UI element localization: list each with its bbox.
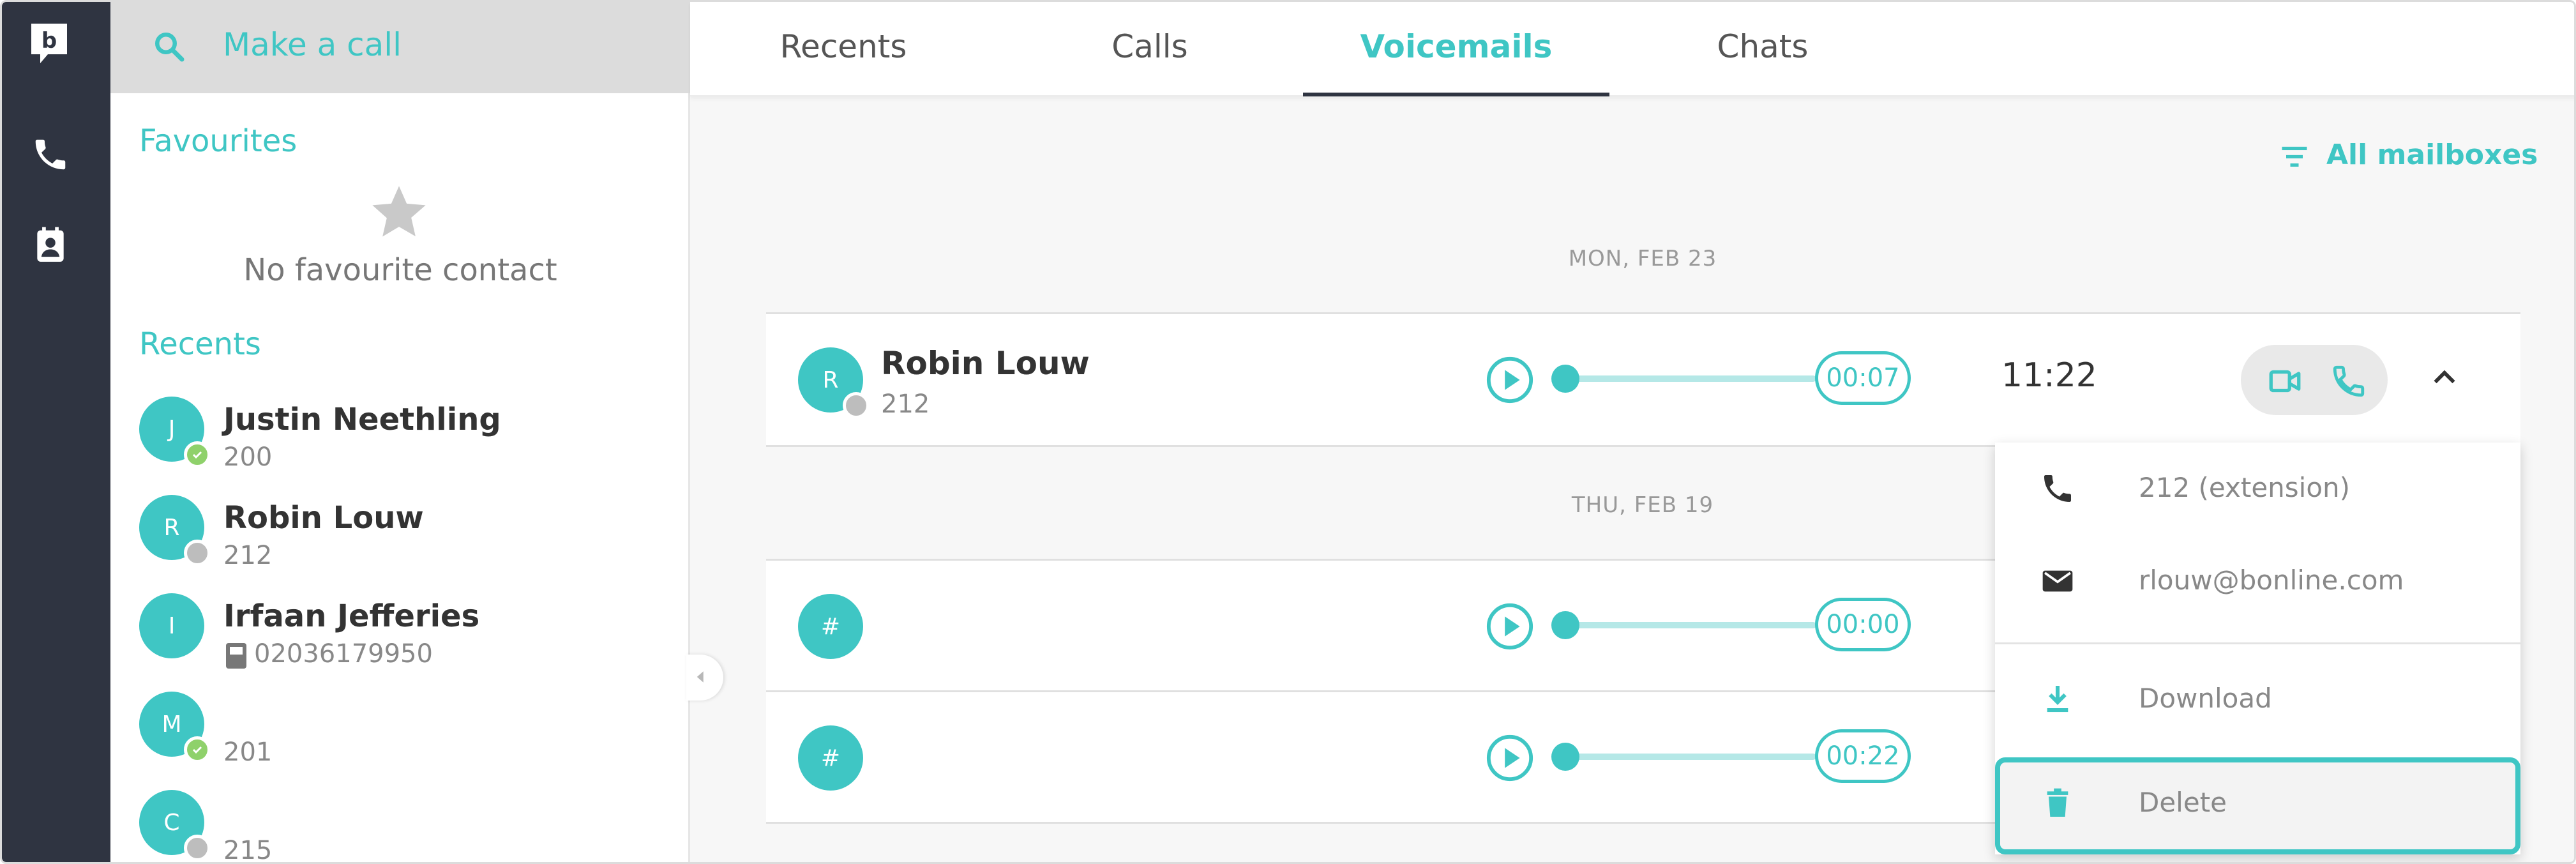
contact-number: 200 xyxy=(223,443,273,472)
contact-number: 212 xyxy=(223,541,273,570)
contact-name: Irfaan Jefferies xyxy=(223,598,480,634)
playback-track[interactable] xyxy=(1570,754,1816,760)
duration-badge: 00:22 xyxy=(1815,729,1911,783)
playback-track[interactable] xyxy=(1570,622,1816,628)
playback-handle[interactable] xyxy=(1551,365,1579,393)
star-icon xyxy=(372,186,426,237)
recents-title: Recents xyxy=(139,326,261,362)
voicemail-row[interactable]: R Robin Louw 212 00:07 11:22 xyxy=(766,314,2520,445)
status-offline-icon xyxy=(843,392,870,419)
trash-icon xyxy=(2047,788,2068,817)
menu-item-label: rlouw@bonline.com xyxy=(2139,565,2404,596)
app-window: b Make a call Favourites No favourite co… xyxy=(0,0,2576,864)
recent-contact[interactable]: I Irfaan Jefferies 02036179950 xyxy=(139,593,663,683)
playback-track[interactable] xyxy=(1570,375,1816,382)
filter-icon xyxy=(2282,146,2307,167)
tab-voicemails[interactable]: Voicemails xyxy=(1303,2,1609,96)
date-header: MON, FEB 23 xyxy=(1568,246,1717,271)
download-icon xyxy=(2047,686,2068,713)
play-icon[interactable] xyxy=(1485,355,1535,405)
voicemail-time: 11:22 xyxy=(2001,356,2097,395)
contacts-icon[interactable] xyxy=(31,225,70,265)
contact-name: Justin Neethling xyxy=(223,402,501,437)
menu-item-call-extension[interactable]: 212 (extension) xyxy=(1995,443,2520,535)
svg-text:b: b xyxy=(41,28,57,54)
playback-handle[interactable] xyxy=(1551,743,1579,771)
play-icon[interactable] xyxy=(1485,733,1535,783)
search-icon xyxy=(155,33,185,62)
contact-name: Robin Louw xyxy=(223,500,424,536)
brand-logo-icon[interactable]: b xyxy=(26,20,72,66)
recent-contact[interactable]: R Robin Louw 212 xyxy=(139,495,663,584)
tab-chats[interactable]: Chats xyxy=(1609,2,1916,96)
menu-item-label: 212 (extension) xyxy=(2139,472,2351,503)
caller-number: 212 xyxy=(881,390,930,419)
menu-item-email[interactable]: rlouw@bonline.com xyxy=(1995,535,2520,628)
menu-item-label: Delete xyxy=(2139,787,2227,818)
search-input[interactable]: Make a call xyxy=(223,26,402,63)
phonebook-icon xyxy=(226,643,246,669)
duration-badge: 00:07 xyxy=(1815,351,1911,405)
menu-item-delete[interactable]: Delete xyxy=(1995,757,2520,854)
tab-calls[interactable]: Calls xyxy=(997,2,1303,96)
phone-icon xyxy=(2044,475,2071,502)
duration-badge: 00:00 xyxy=(1815,598,1911,651)
menu-divider xyxy=(1995,642,2520,644)
filter-label: All mailboxes xyxy=(2326,139,2538,171)
contact-number: 201 xyxy=(223,738,273,767)
phone-icon[interactable] xyxy=(2330,363,2367,400)
menu-item-label: Download xyxy=(2139,683,2272,714)
avatar: # xyxy=(798,725,863,791)
menu-item-download[interactable]: Download xyxy=(1995,653,2520,746)
recent-contact[interactable]: C 215 xyxy=(139,790,663,864)
nav-rail: b xyxy=(2,2,110,862)
search-bar[interactable]: Make a call xyxy=(110,2,690,93)
favourites-title: Favourites xyxy=(139,123,298,159)
no-favourites-text: No favourite contact xyxy=(243,252,557,288)
caller-name: Robin Louw xyxy=(881,345,1090,382)
status-available-icon xyxy=(184,441,211,468)
tab-recents[interactable]: Recents xyxy=(690,2,997,96)
status-available-icon xyxy=(184,736,211,763)
contact-number: 215 xyxy=(223,836,273,864)
voicemail-context-menu: 212 (extension) rlouw@bonline.com Downlo… xyxy=(1995,443,2520,854)
phone-icon[interactable] xyxy=(31,135,70,174)
status-offline-icon xyxy=(184,835,211,861)
video-call-icon[interactable] xyxy=(2266,363,2303,400)
status-offline-icon xyxy=(184,540,211,566)
mail-icon xyxy=(2042,570,2073,592)
playback-handle[interactable] xyxy=(1551,611,1579,639)
tab-bar: Recents Calls Voicemails Chats xyxy=(690,2,2574,96)
play-icon[interactable] xyxy=(1485,602,1535,651)
contacts-panel: Make a call Favourites No favourite cont… xyxy=(110,2,690,864)
avatar: I xyxy=(139,593,204,658)
avatar: # xyxy=(798,594,863,659)
call-actions xyxy=(2241,345,2388,415)
contact-number: 02036179950 xyxy=(254,639,433,669)
chevron-left-icon xyxy=(697,671,704,683)
chevron-up-icon[interactable] xyxy=(2426,359,2463,396)
recent-contact[interactable]: M 201 xyxy=(139,692,663,781)
recent-contact[interactable]: J Justin Neethling 200 xyxy=(139,397,663,486)
